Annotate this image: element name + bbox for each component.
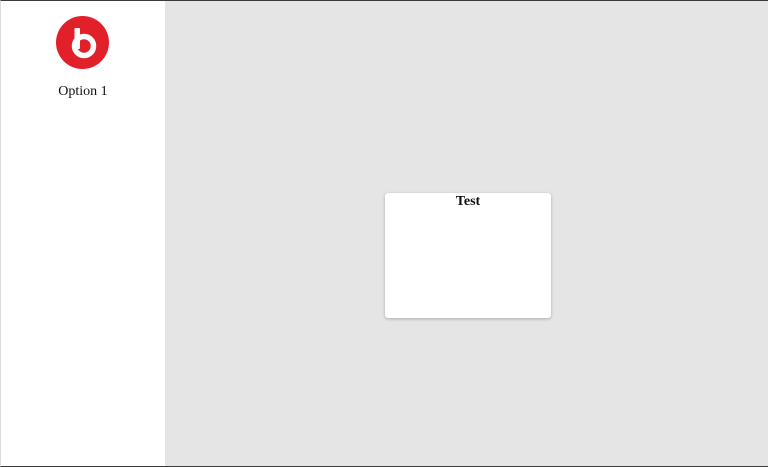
test-card: Test — [385, 193, 551, 318]
app-window: Option 1 Test — [0, 0, 768, 467]
card-title: Test — [455, 194, 481, 209]
sidebar: Option 1 — [1, 1, 165, 466]
sidebar-item-option-1[interactable]: Option 1 — [1, 82, 165, 102]
main-content: Test — [165, 1, 768, 466]
beats-logo-icon[interactable] — [56, 16, 109, 69]
